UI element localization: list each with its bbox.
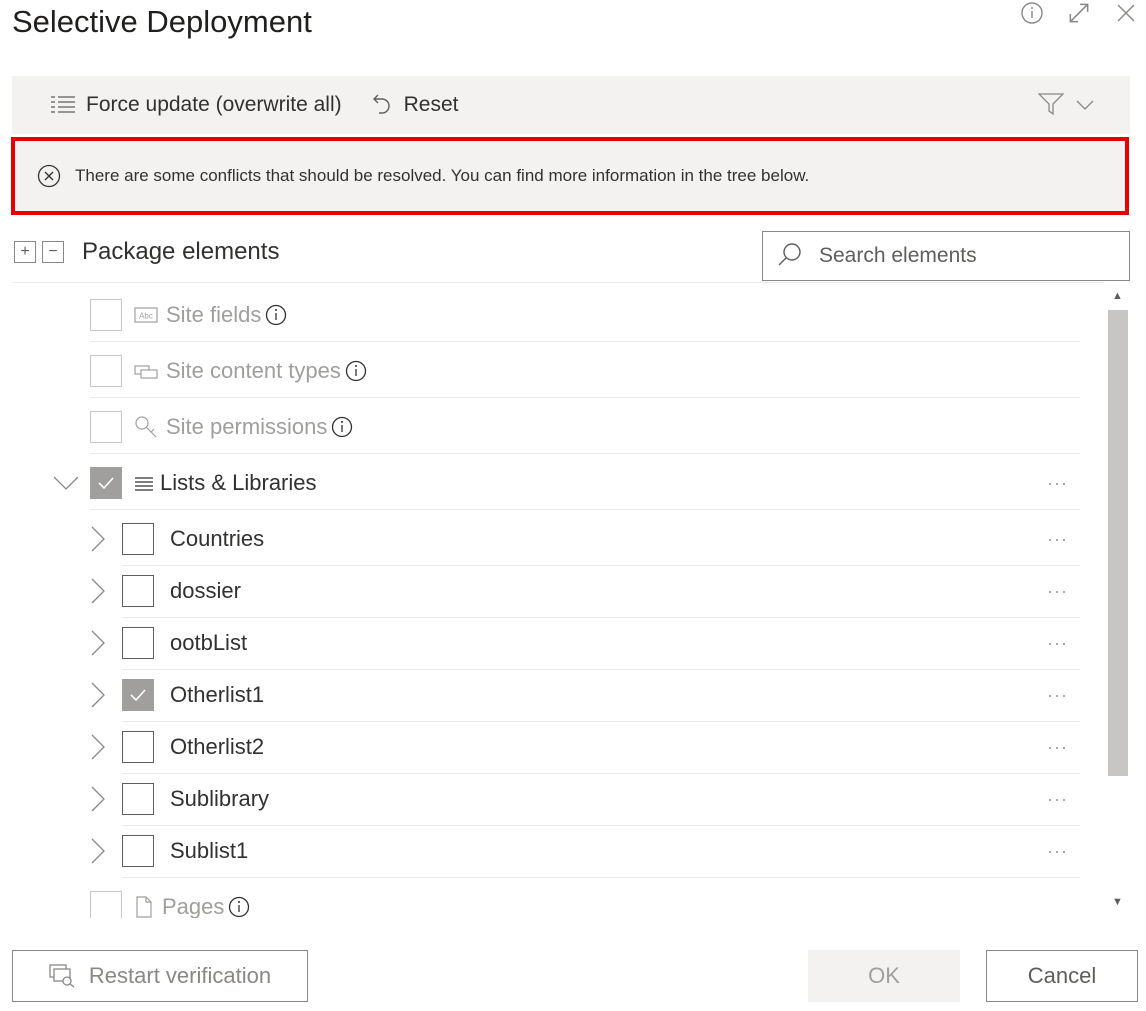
scroll-up-icon[interactable]: ▲: [1112, 290, 1123, 302]
tree-row-otherlist2: Otherlist2 ···: [12, 720, 1092, 774]
undo-icon: [370, 92, 394, 118]
restart-label: Restart verification: [88, 963, 272, 988]
checkbox: [90, 299, 122, 331]
search-box[interactable]: [762, 231, 1130, 281]
chevron-right-icon[interactable]: [90, 733, 106, 761]
tree-label: Otherlist2: [170, 734, 265, 759]
content-type-icon: [134, 363, 158, 379]
checkbox[interactable]: [122, 835, 154, 867]
tree-row-pages: Pages: [90, 880, 1090, 918]
checkbox[interactable]: [122, 523, 154, 555]
tree-label: Countries: [170, 526, 265, 551]
reset-button[interactable]: Reset: [370, 92, 459, 118]
tree-row-otherlist1: Otherlist1 ···: [12, 668, 1092, 722]
force-update-label: Force update (overwrite all): [86, 93, 342, 116]
header-divider: [12, 282, 1104, 283]
force-update-icon: [50, 94, 76, 116]
reset-label: Reset: [403, 93, 459, 116]
chevron-right-icon[interactable]: [90, 525, 106, 553]
tree-row-ootblist: ootbList ···: [12, 616, 1092, 670]
more-options-button[interactable]: ···: [1047, 685, 1068, 706]
info-icon[interactable]: [345, 360, 367, 382]
command-bar: Force update (overwrite all) Reset: [12, 76, 1130, 134]
info-icon[interactable]: [265, 304, 287, 326]
checkbox: [90, 891, 122, 918]
chevron-right-icon[interactable]: [90, 837, 106, 865]
tree-row-sublist1: Sublist1 ···: [12, 824, 1092, 878]
checkbox: [90, 411, 122, 443]
checkbox[interactable]: [122, 575, 154, 607]
more-options-button[interactable]: ···: [1047, 581, 1068, 602]
abc-field-icon: Abc: [134, 307, 158, 323]
scroll-down-icon[interactable]: ▼: [1112, 896, 1123, 908]
tree-row-site-permissions: Site permissions: [90, 400, 1090, 454]
tree-row-site-content-types: Site content types: [90, 344, 1090, 398]
checkbox[interactable]: [122, 627, 154, 659]
search-input[interactable]: [819, 244, 1119, 268]
info-icon[interactable]: [1020, 0, 1044, 26]
chevron-right-icon[interactable]: [90, 785, 106, 813]
more-options-button[interactable]: ···: [1047, 633, 1068, 654]
force-update-button[interactable]: Force update (overwrite all): [50, 93, 342, 117]
info-icon[interactable]: [228, 896, 250, 918]
checkbox[interactable]: [90, 467, 122, 499]
package-label: Package elements: [82, 238, 280, 265]
chevron-down-icon: [1076, 98, 1094, 116]
tree-label: Sublist1: [170, 838, 249, 863]
svg-text:Abc: Abc: [139, 312, 153, 321]
checkbox[interactable]: [122, 731, 154, 763]
checkbox: [90, 355, 122, 387]
tree-label: Sublibrary: [170, 786, 270, 811]
chevron-right-icon[interactable]: [90, 577, 106, 605]
tree-label: Site content types: [166, 358, 341, 383]
checkbox[interactable]: [122, 783, 154, 815]
tree-row-lists-libraries: Lists & Libraries ···: [12, 456, 1092, 510]
more-options-button[interactable]: ···: [1047, 841, 1068, 862]
tree-row-site-fields: Abc Site fields: [90, 288, 1090, 342]
conflict-message: There are some conflicts that should be …: [75, 166, 810, 185]
filter-icon: [1037, 92, 1065, 121]
error-circle-icon: [37, 164, 61, 188]
list-icon: [134, 475, 154, 491]
chevron-down-icon[interactable]: [52, 475, 80, 491]
tree-label: Otherlist1: [170, 682, 265, 707]
more-options-button[interactable]: ···: [1047, 737, 1068, 758]
key-icon: [134, 415, 158, 439]
tree-label: Lists & Libraries: [160, 470, 317, 495]
expand-icon[interactable]: [1066, 0, 1092, 26]
search-icon: [777, 241, 803, 272]
tree-row-dossier: dossier ···: [12, 564, 1092, 618]
expand-all-icon[interactable]: +: [14, 241, 36, 263]
dialog-title: Selective Deployment: [12, 4, 312, 39]
more-options-button[interactable]: ···: [1047, 529, 1068, 550]
title-actions: [1020, 0, 1138, 26]
collapse-all-icon[interactable]: −: [42, 241, 64, 263]
tree-label: Pages: [162, 894, 225, 918]
tree-row-sublibrary: Sublibrary ···: [12, 772, 1092, 826]
scrollbar-thumb[interactable]: [1108, 310, 1128, 776]
tree-label: dossier: [170, 578, 241, 603]
restart-verification-button[interactable]: Restart verification: [12, 950, 308, 1002]
restart-verification-icon: [49, 964, 75, 988]
tree-label: Site fields: [166, 302, 262, 327]
tree-scrollbar[interactable]: ▲ ▼: [1106, 288, 1130, 918]
checkbox[interactable]: [122, 679, 154, 711]
filter-dropdown[interactable]: [1037, 92, 1094, 121]
tree-label: Site permissions: [166, 414, 328, 439]
tree-label: ootbList: [170, 630, 248, 655]
more-options-button[interactable]: ···: [1047, 789, 1068, 810]
package-header: + − Package elements: [14, 238, 279, 266]
cancel-button[interactable]: Cancel: [986, 950, 1138, 1002]
ok-button[interactable]: OK: [808, 950, 960, 1002]
more-options-button[interactable]: ···: [1047, 473, 1068, 494]
info-icon[interactable]: [331, 416, 353, 438]
chevron-right-icon[interactable]: [90, 629, 106, 657]
package-tree: Abc Site fields Site content types Site …: [12, 288, 1104, 918]
chevron-right-icon[interactable]: [90, 681, 106, 709]
close-icon[interactable]: [1114, 0, 1138, 26]
tree-row-countries: Countries ···: [12, 512, 1092, 566]
conflict-banner: There are some conflicts that should be …: [11, 137, 1129, 215]
page-icon: [134, 895, 154, 918]
